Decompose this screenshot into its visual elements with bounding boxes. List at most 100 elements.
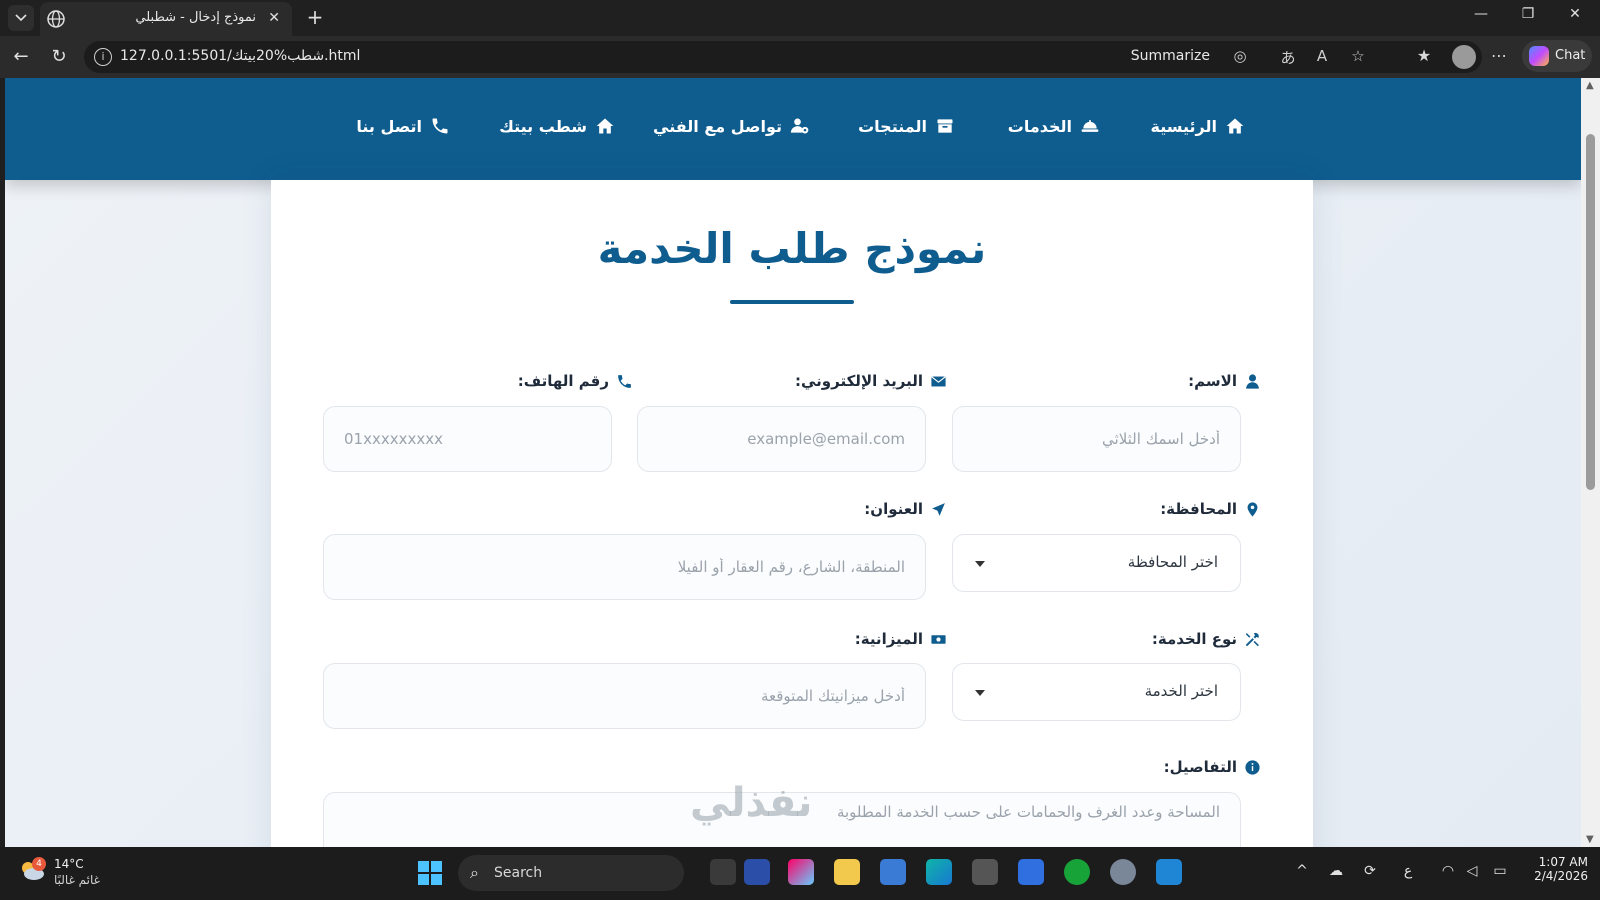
address-bar[interactable]: i 127.0.0.1:5501/شطب%20بيتك.html Summari…: [84, 41, 1482, 73]
edge-browser-icon[interactable]: [926, 859, 952, 885]
address-url[interactable]: 127.0.0.1:5501/شطب%20بيتك.html: [120, 48, 360, 64]
weather-description[interactable]: غائم غالبًا: [54, 873, 100, 887]
search-icon: ⌕: [470, 863, 479, 882]
vscode-icon[interactable]: [1156, 859, 1182, 885]
globe-icon: [47, 10, 65, 28]
service-type-selected: اختر الخدمة: [1144, 682, 1218, 700]
info-icon[interactable]: i: [94, 48, 112, 66]
governorate-select[interactable]: اختر المحافظة: [952, 534, 1241, 592]
nav-item-label: الخدمات: [1007, 116, 1072, 136]
restore-icon[interactable]: ❐: [1513, 6, 1543, 22]
governorate-selected: اختر المحافظة: [1127, 553, 1218, 571]
active-tab[interactable]: نموذج إدخال - شطبلي ✕: [40, 2, 292, 36]
tools-icon: [1245, 632, 1259, 646]
tab-list-button[interactable]: [8, 5, 34, 31]
new-tab-button[interactable]: +: [302, 5, 328, 29]
wifi-icon[interactable]: ◠: [1438, 863, 1458, 879]
service-type-label-text: نوع الخدمة:: [1151, 630, 1237, 648]
nav-item-contact-us[interactable]: اتصل بنا: [356, 116, 450, 136]
nav-item-products[interactable]: المنتجات: [858, 116, 955, 136]
budget-label: الميزانية:: [855, 630, 947, 648]
nav-item-home[interactable]: الرئيسية: [1151, 116, 1246, 136]
page-scrollbar[interactable]: ▲ ▼: [1581, 78, 1600, 847]
nav-item-contact-technician[interactable]: تواصل مع الفني: [653, 116, 810, 136]
taskbar-search[interactable]: ⌕ Search: [458, 855, 684, 891]
favorite-star-icon[interactable]: ☆: [1348, 47, 1368, 65]
favorites-icon[interactable]: ★: [1413, 46, 1435, 65]
read-aloud-icon[interactable]: A: [1312, 47, 1332, 65]
nav-item-services[interactable]: الخدمات: [1008, 116, 1100, 136]
back-arrow-icon[interactable]: ←: [8, 45, 34, 69]
summarize-button[interactable]: Summarize: [1131, 48, 1210, 64]
profile-avatar-icon[interactable]: [1452, 45, 1476, 69]
home-icon: [1226, 118, 1244, 134]
nav-item-label: الرئيسية: [1150, 116, 1218, 136]
site-navbar: الرئيسية الخدمات المنتجات تواصل مع الفني…: [5, 78, 1581, 180]
app-icon[interactable]: [972, 859, 998, 885]
phone-input[interactable]: [323, 406, 612, 472]
copilot-app-icon[interactable]: [788, 859, 814, 885]
title-underline: [730, 300, 854, 304]
location-arrow-icon: [932, 502, 945, 516]
page-title: نموذج طلب الخدمة: [597, 224, 987, 273]
service-type-label: نوع الخدمة:: [1152, 630, 1261, 648]
copilot-icon: [1529, 46, 1549, 66]
email-label-text: البريد الإلكتروني:: [795, 372, 923, 390]
xbox-icon[interactable]: [1064, 859, 1090, 885]
close-window-icon[interactable]: ✕: [1560, 6, 1590, 22]
store-icon[interactable]: [880, 859, 906, 885]
name-label-text: الاسم:: [1188, 372, 1237, 390]
task-view-icon[interactable]: [710, 859, 736, 885]
battery-icon[interactable]: ▭: [1490, 863, 1510, 879]
file-explorer-icon[interactable]: [834, 859, 860, 885]
governorate-label-text: المحافظة:: [1160, 500, 1237, 518]
caret-down-icon: [975, 561, 985, 567]
email-input[interactable]: [637, 406, 926, 472]
address-input[interactable]: [323, 534, 926, 600]
service-type-select[interactable]: اختر الخدمة: [952, 663, 1241, 721]
governorate-label: المحافظة:: [1160, 500, 1261, 518]
page-viewport: الرئيسية الخدمات المنتجات تواصل مع الفني…: [5, 78, 1581, 847]
windows-start-icon[interactable]: [418, 861, 442, 885]
reload-icon[interactable]: ↻: [46, 45, 72, 69]
details-label: التفاصيل:: [1164, 758, 1261, 776]
budget-label-text: الميزانية:: [854, 630, 923, 648]
chat-label: Chat: [1555, 48, 1586, 63]
browser-tab-bar: نموذج إدخال - شطبلي ✕ + — ❐ ✕: [0, 0, 1600, 36]
taskbar-clock[interactable]: 1:07 AM 2/4/2026: [1528, 855, 1588, 883]
app-icon[interactable]: [1018, 859, 1044, 885]
clock-date: 2/4/2026: [1534, 869, 1588, 883]
name-input[interactable]: [952, 406, 1241, 472]
phone-label: رقم الهاتف:: [518, 372, 633, 390]
scroll-up-arrow-icon[interactable]: ▲: [1586, 80, 1594, 91]
minimize-icon[interactable]: —: [1466, 6, 1496, 22]
copilot-summarize-icon[interactable]: ◎: [1230, 47, 1250, 65]
envelope-icon: [931, 375, 946, 386]
users-cog-icon: [790, 118, 809, 134]
phone-icon: [432, 118, 448, 134]
nav-item-finish-your-home[interactable]: شطب بيتك: [499, 116, 615, 136]
nav-item-label: تواصل مع الفني: [653, 116, 782, 136]
weather-temperature[interactable]: 14°C: [54, 857, 84, 871]
service-request-form: نموذج طلب الخدمة الاسم: البريد الإلكترون…: [271, 180, 1313, 847]
watermark-text: نفذلي: [690, 780, 813, 826]
app-icon[interactable]: [744, 859, 770, 885]
settings-gear-icon[interactable]: [1110, 859, 1136, 885]
browser-toolbar: ← ↻ i 127.0.0.1:5501/شطب%20بيتك.html Sum…: [0, 36, 1600, 78]
translate-icon[interactable]: あ: [1278, 47, 1298, 68]
more-options-icon[interactable]: ⋯: [1488, 46, 1510, 65]
budget-input[interactable]: [323, 663, 926, 729]
copilot-chat-button[interactable]: Chat: [1522, 40, 1592, 72]
scroll-thumb[interactable]: [1586, 134, 1595, 490]
close-tab-icon[interactable]: ✕: [268, 10, 280, 26]
onedrive-icon[interactable]: ☁: [1326, 863, 1346, 879]
language-indicator-icon[interactable]: ع: [1398, 863, 1418, 879]
chevron-down-icon: [15, 14, 27, 22]
name-label: الاسم:: [1188, 372, 1261, 390]
volume-icon[interactable]: ◁: [1462, 863, 1482, 879]
details-label-text: التفاصيل:: [1163, 758, 1237, 776]
scroll-down-arrow-icon[interactable]: ▼: [1586, 834, 1594, 845]
email-label: البريد الإلكتروني:: [795, 372, 947, 390]
sync-icon[interactable]: ⟳: [1360, 863, 1380, 879]
chevron-up-icon[interactable]: ^: [1292, 863, 1312, 879]
